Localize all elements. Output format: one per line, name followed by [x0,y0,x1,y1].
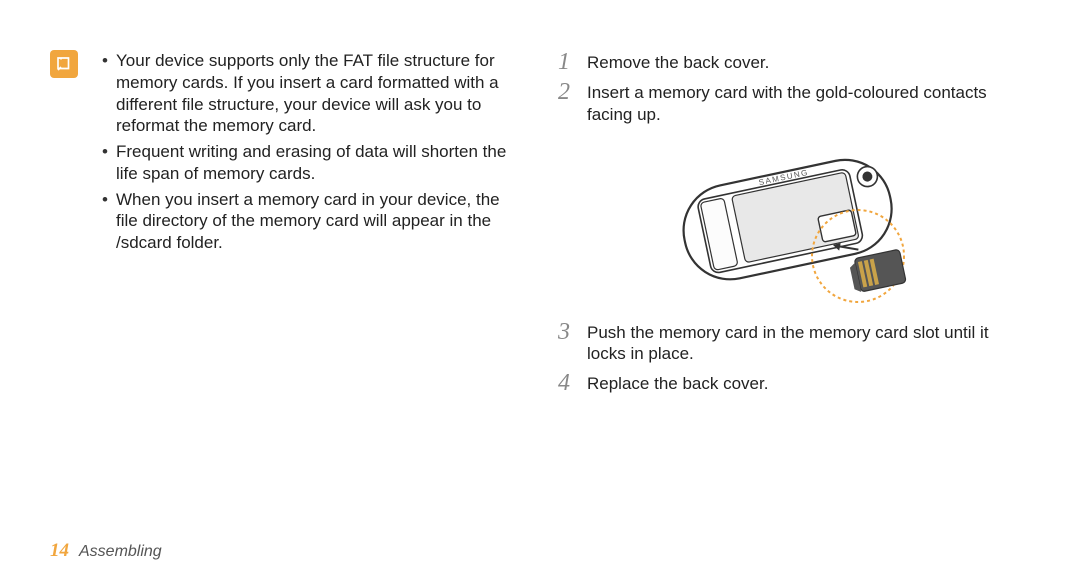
steps-list-cont: 3 Push the memory card in the memory car… [555,320,1030,396]
step-text: Push the memory card in the memory card … [587,320,1030,366]
page-content: Your device supports only the FAT file s… [0,0,1080,395]
left-column: Your device supports only the FAT file s… [50,50,525,395]
right-column: 1 Remove the back cover. 2 Insert a memo… [555,50,1030,395]
page-number: 14 [50,540,69,562]
note-list: Your device supports only the FAT file s… [90,50,525,258]
step-2: 2 Insert a memory card with the gold-col… [555,80,1030,126]
step-text: Insert a memory card with the gold-colou… [587,80,1030,126]
step-1: 1 Remove the back cover. [555,50,1030,74]
note-item: Frequent writing and erasing of data wil… [102,141,525,185]
step-text: Remove the back cover. [587,50,769,74]
steps-list: 1 Remove the back cover. 2 Insert a memo… [555,50,1030,126]
step-number: 3 [555,320,573,344]
step-number: 1 [555,50,573,74]
note-item: When you insert a memory card in your de… [102,189,525,254]
step-number: 4 [555,371,573,395]
step-number: 2 [555,80,573,104]
note-icon [50,50,78,78]
step-text: Replace the back cover. [587,371,768,395]
step-3: 3 Push the memory card in the memory car… [555,320,1030,366]
note-block: Your device supports only the FAT file s… [50,50,525,258]
step-4: 4 Replace the back cover. [555,371,1030,395]
note-item: Your device supports only the FAT file s… [102,50,525,137]
phone-diagram: SAMSUNG [648,136,938,306]
page-footer: 14 Assembling [50,540,162,562]
section-title: Assembling [79,543,162,561]
illustration: SAMSUNG [555,136,1030,306]
